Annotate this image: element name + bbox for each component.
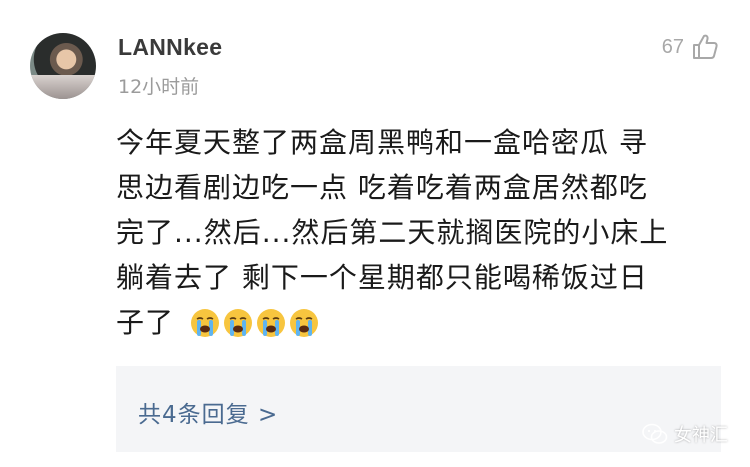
comment-line: 思边看剧边吃一点 吃着吃着两盒居然都吃	[116, 171, 648, 204]
comment-line-text: 子了	[116, 306, 175, 339]
view-replies-link[interactable]: 共4条回复 >	[138, 395, 278, 429]
watermark-text: 女神汇	[674, 425, 728, 446]
timestamp: 12小时前	[118, 76, 200, 98]
avatar[interactable]	[30, 33, 96, 99]
replies-panel[interactable]: 共4条回复 >	[116, 366, 721, 452]
crying-face-emoji-icon	[223, 309, 252, 337]
comment-line: 完了...然后...然后第二天就搁医院的小床上	[116, 216, 669, 249]
thumbs-up-icon	[693, 34, 718, 59]
like-count: 67	[661, 35, 684, 58]
comment-line: 子了	[116, 300, 721, 345]
username[interactable]: LANNkee	[118, 34, 222, 61]
comment-line: 躺着去了 剩下一个星期都只能喝稀饭过日	[116, 261, 648, 294]
comment-text: 今年夏天整了两盒周黑鸭和一盒哈密瓜 寻 思边看剧边吃一点 吃着吃着两盒居然都吃 …	[116, 120, 721, 345]
emoji-row	[190, 308, 319, 338]
wechat-icon	[642, 423, 668, 444]
comment-line: 今年夏天整了两盒周黑鸭和一盒哈密瓜 寻	[116, 126, 648, 159]
crying-face-emoji-icon	[256, 309, 285, 337]
crying-face-emoji-icon	[190, 309, 219, 337]
watermark: 女神汇	[642, 421, 728, 447]
crying-face-emoji-icon	[289, 309, 318, 337]
like-button[interactable]: 67	[662, 32, 720, 62]
